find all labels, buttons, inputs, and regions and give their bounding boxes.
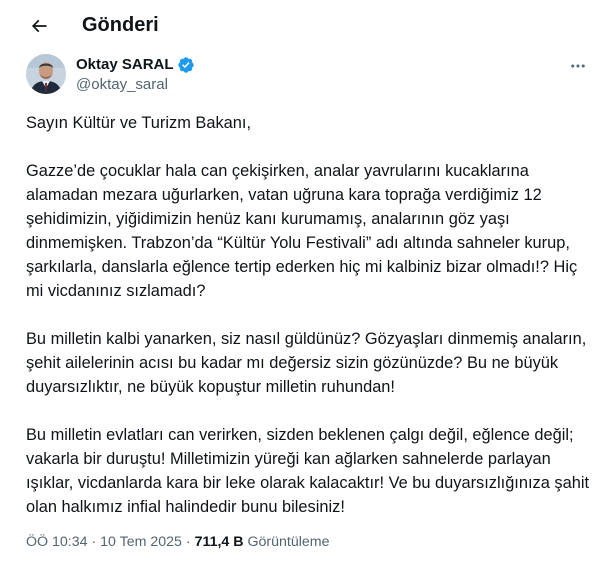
page-title: Gönderi: [82, 14, 159, 36]
tweet-time[interactable]: ÖÖ 10:34: [26, 534, 88, 550]
tweet-text: Sayın Kültür ve Turizm Bakanı, Gazze’de …: [26, 111, 594, 543]
author-name[interactable]: Oktay SARAL: [76, 55, 174, 75]
verified-badge-icon: [177, 57, 194, 73]
back-button[interactable]: [22, 9, 56, 43]
tweet-meta: ÖÖ 10:34 · 10 Tem 2025 · 711,4 B Görüntü…: [26, 532, 329, 552]
author-handle[interactable]: @oktay_saral: [76, 75, 168, 95]
tweet-paragraph: Bu milletin evlatları can verirken, sizd…: [26, 426, 590, 516]
tweet-paragraph: Bu milletin kalbi yanarken, siz nasıl gü…: [26, 330, 587, 396]
more-horizontal-icon: [571, 64, 585, 68]
views-count: 711,4 B: [194, 534, 244, 550]
views-label: Görüntüleme: [247, 534, 330, 550]
avatar-image: [26, 54, 66, 94]
page-header: Gönderi: [0, 0, 600, 50]
avatar[interactable]: [26, 54, 66, 94]
tweet-date[interactable]: 10 Tem 2025: [100, 534, 182, 550]
meta-separator: ·: [185, 534, 191, 550]
tweet-author: Oktay SARAL @oktay_saral: [26, 54, 592, 98]
meta-separator: ·: [91, 534, 97, 550]
more-options-button[interactable]: [566, 56, 590, 76]
tweet-paragraph: Gazze’de çocuklar hala can çekişirken, a…: [26, 162, 578, 300]
arrow-left-icon: [31, 19, 47, 33]
tweet-paragraph: Sayın Kültür ve Turizm Bakanı,: [26, 114, 252, 132]
